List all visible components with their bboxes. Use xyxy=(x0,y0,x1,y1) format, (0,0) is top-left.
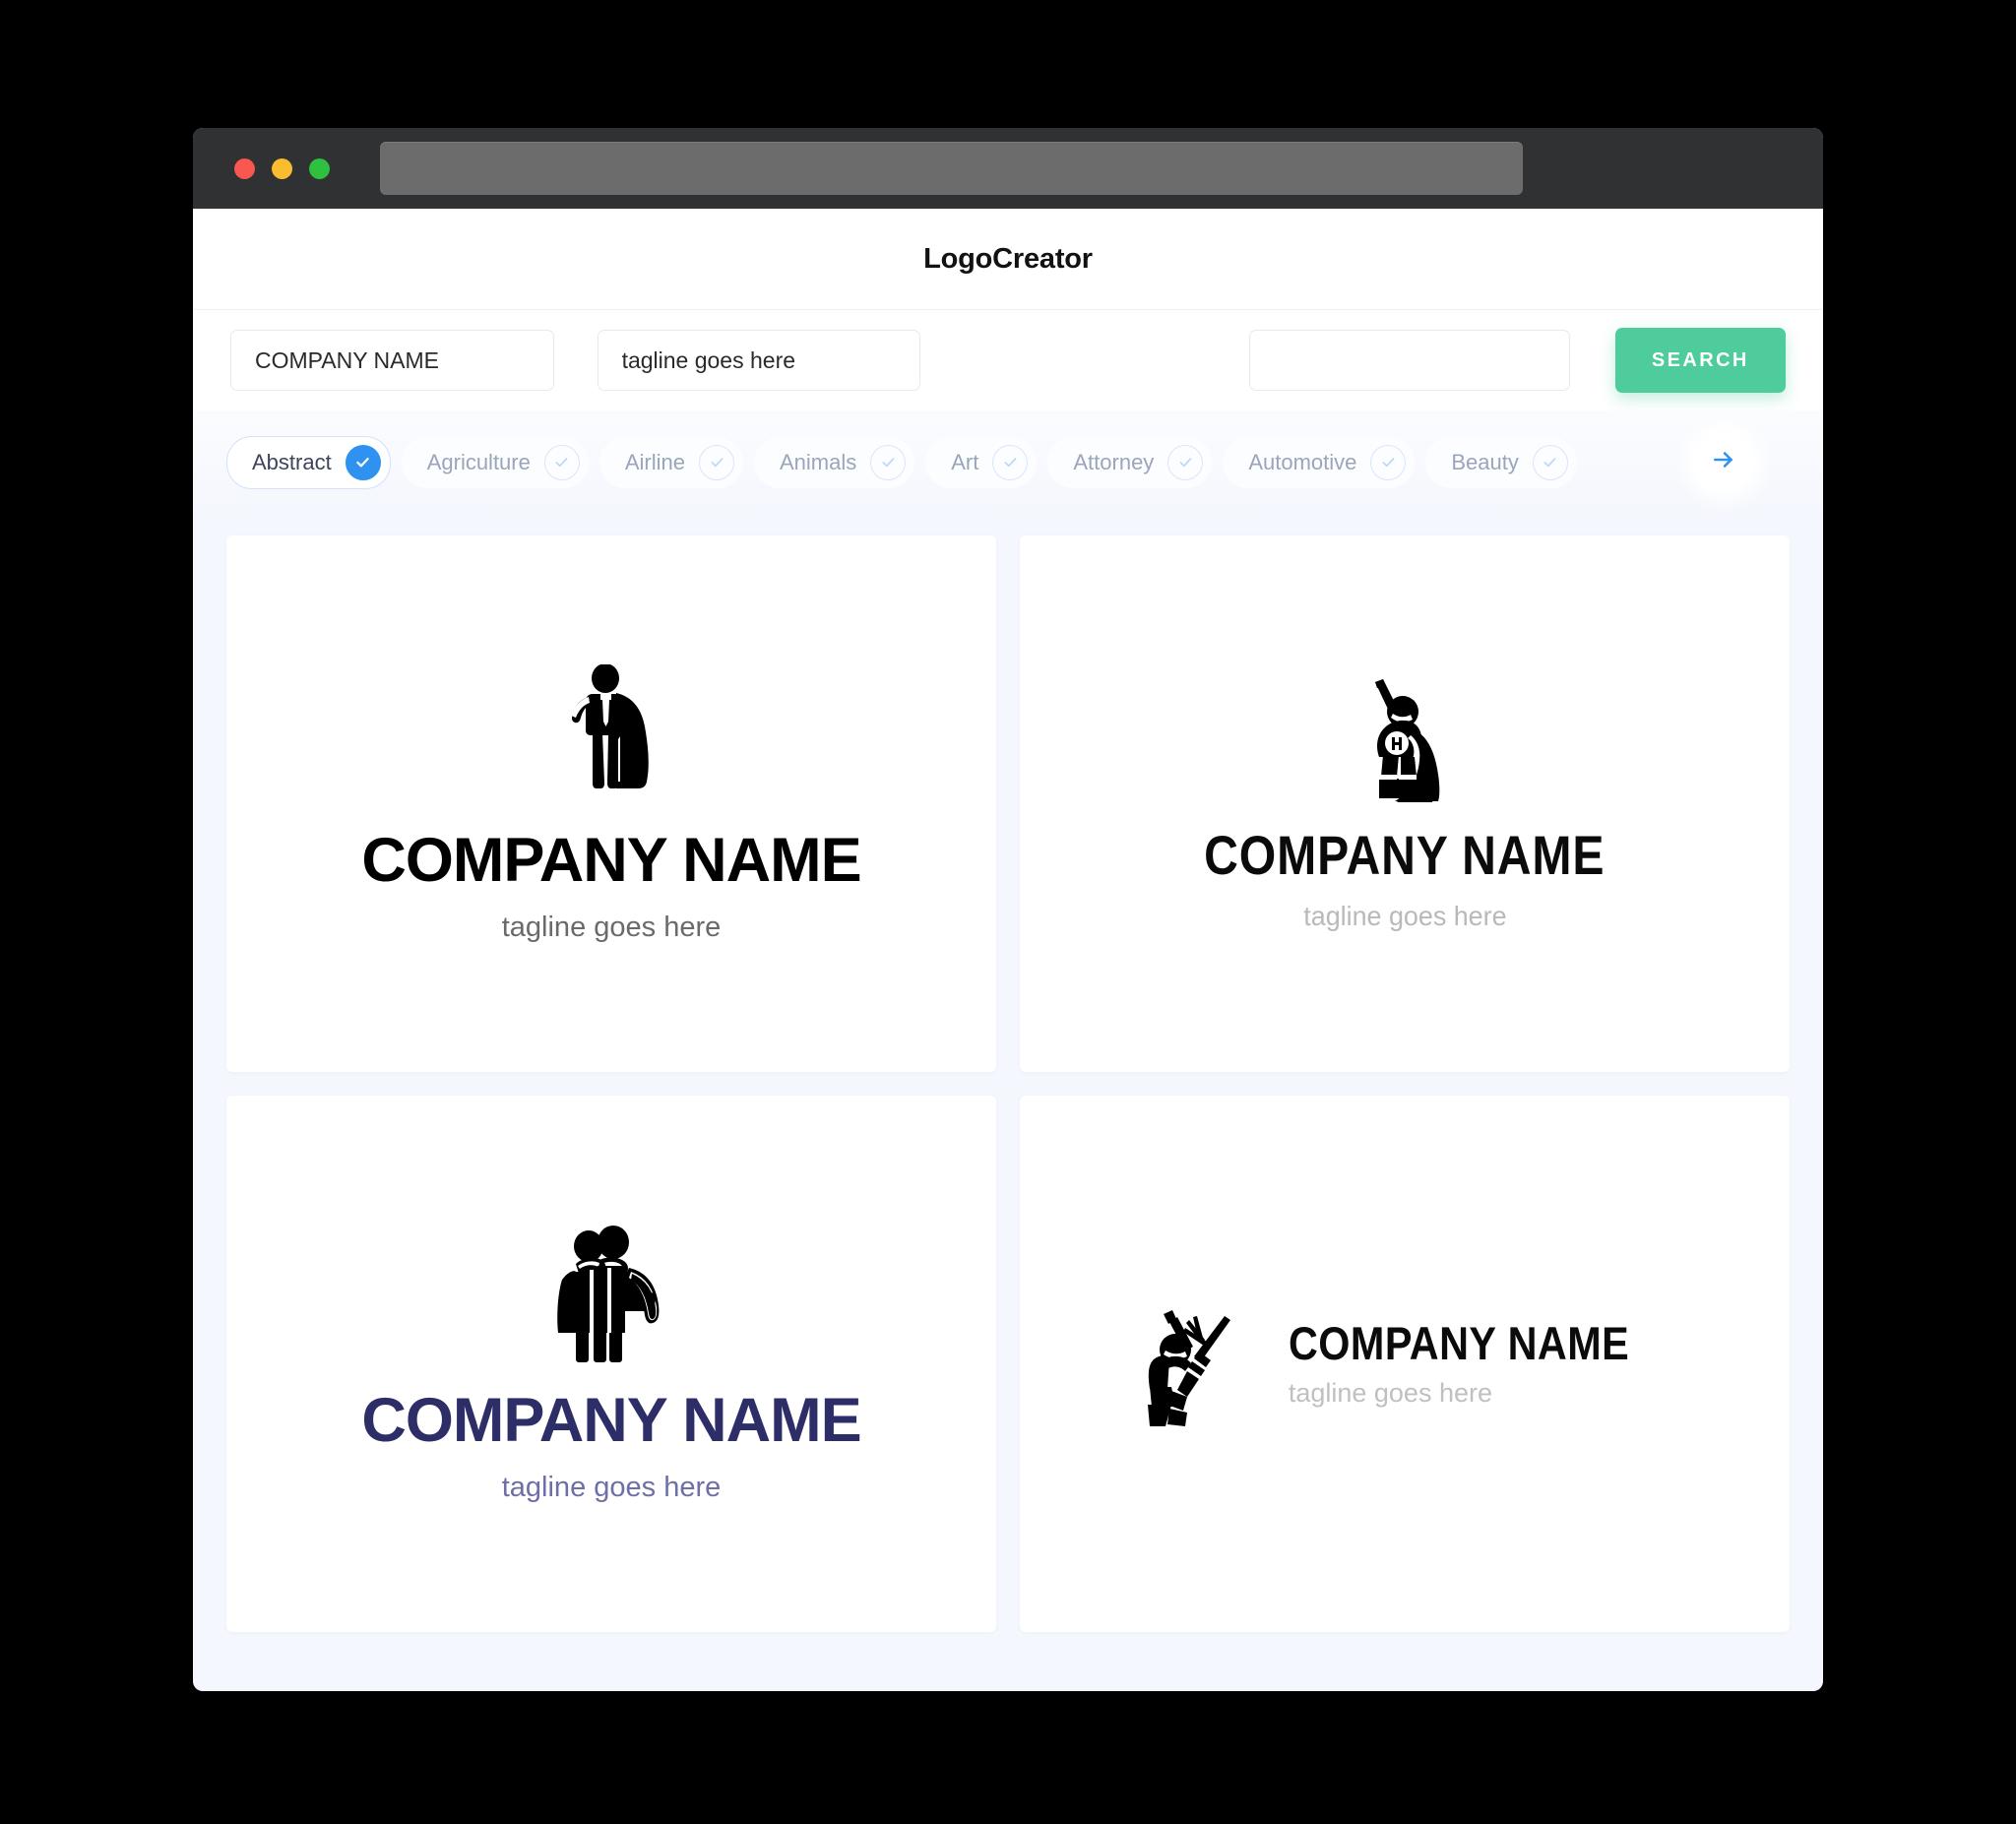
category-chip-agriculture[interactable]: Agriculture xyxy=(401,436,589,488)
maximize-button[interactable] xyxy=(309,157,330,179)
browser-titlebar xyxy=(193,128,1823,209)
logo-company-name: COMPANY NAME xyxy=(1288,1316,1629,1369)
logo-text-block: COMPANY NAME tagline goes here xyxy=(1289,1320,1675,1409)
logo-tagline: tagline goes here xyxy=(1302,900,1507,931)
arrow-right-icon xyxy=(1711,447,1736,477)
superhero-raised-arm-h-badge-icon xyxy=(1346,676,1464,802)
categories-next-button[interactable] xyxy=(1693,431,1754,493)
check-icon xyxy=(699,444,734,480)
logo-preview: COMPANY NAME tagline goes here xyxy=(1171,676,1638,932)
search-button[interactable]: SEARCH xyxy=(1614,328,1786,393)
category-chip-label: Animals xyxy=(780,449,857,474)
tagline-input[interactable]: tagline goes here xyxy=(597,330,921,391)
keyword-input[interactable] xyxy=(1249,330,1570,391)
check-icon xyxy=(870,444,907,480)
category-chip-label: Airline xyxy=(624,449,685,474)
category-chip-art[interactable]: Art xyxy=(925,436,1038,488)
logo-tagline: tagline goes here xyxy=(501,1471,722,1503)
category-chip-airline[interactable]: Airline xyxy=(598,436,743,488)
logo-company-name: COMPANY NAME xyxy=(1204,823,1606,886)
logo-tagline: tagline goes here xyxy=(1288,1377,1492,1408)
check-icon xyxy=(345,444,381,480)
category-chip-label: Art xyxy=(951,449,979,474)
superhero-businessman-cape-icon xyxy=(537,663,685,802)
category-chip-label: Attorney xyxy=(1073,449,1155,474)
check-icon xyxy=(1167,444,1204,480)
check-icon xyxy=(1532,444,1568,480)
check-icon xyxy=(1370,444,1407,480)
category-chip-label: Automotive xyxy=(1248,449,1357,474)
app-header: LogoCreator xyxy=(193,209,1823,309)
check-icon xyxy=(992,444,1029,480)
category-chip-beauty[interactable]: Beauty xyxy=(1425,436,1577,488)
logo-results-grid: COMPANY NAME tagline goes here COMPANY N… xyxy=(193,514,1823,1666)
minimize-button[interactable] xyxy=(272,157,292,179)
company-name-input[interactable]: COMPANY NAME xyxy=(230,330,554,391)
search-toolbar: COMPANY NAME tagline goes here SEARCH xyxy=(193,309,1823,410)
close-button[interactable] xyxy=(234,157,255,179)
logo-tagline: tagline goes here xyxy=(501,911,722,943)
logo-card[interactable]: COMPANY NAME tagline goes here xyxy=(1020,535,1790,1072)
category-chip-label: Abstract xyxy=(252,449,332,474)
url-bar[interactable] xyxy=(380,142,1523,195)
logo-preview: COMPANY NAME tagline goes here xyxy=(361,1225,862,1504)
logo-company-name: COMPANY NAME xyxy=(361,1385,861,1455)
hero-with-sword-icon xyxy=(1134,1300,1247,1428)
logo-preview: COMPANY NAME tagline goes here xyxy=(361,663,862,944)
category-chip-automotive[interactable]: Automotive xyxy=(1223,436,1416,488)
logo-preview: COMPANY NAME tagline goes here xyxy=(1134,1300,1675,1428)
traffic-lights xyxy=(234,157,330,179)
check-icon xyxy=(543,444,580,480)
category-filter-bar: Abstract Agriculture Airline Animals Art xyxy=(193,410,1823,514)
logo-card[interactable]: COMPANY NAME tagline goes here xyxy=(1020,1096,1790,1632)
logo-company-name: COMPANY NAME xyxy=(361,825,861,895)
category-chip-animals[interactable]: Animals xyxy=(754,436,915,488)
two-heroes-couple-cape-icon xyxy=(542,1225,680,1362)
logo-card[interactable]: COMPANY NAME tagline goes here xyxy=(226,535,996,1072)
category-chip-label: Beauty xyxy=(1451,449,1519,474)
category-chip-abstract[interactable]: Abstract xyxy=(226,435,391,489)
browser-window: LogoCreator COMPANY NAME tagline goes he… xyxy=(193,128,1823,1691)
logo-card[interactable]: COMPANY NAME tagline goes here xyxy=(226,1096,996,1632)
page-title: LogoCreator xyxy=(923,242,1093,275)
category-chip-attorney[interactable]: Attorney xyxy=(1047,436,1213,488)
category-chip-label: Agriculture xyxy=(426,449,531,474)
